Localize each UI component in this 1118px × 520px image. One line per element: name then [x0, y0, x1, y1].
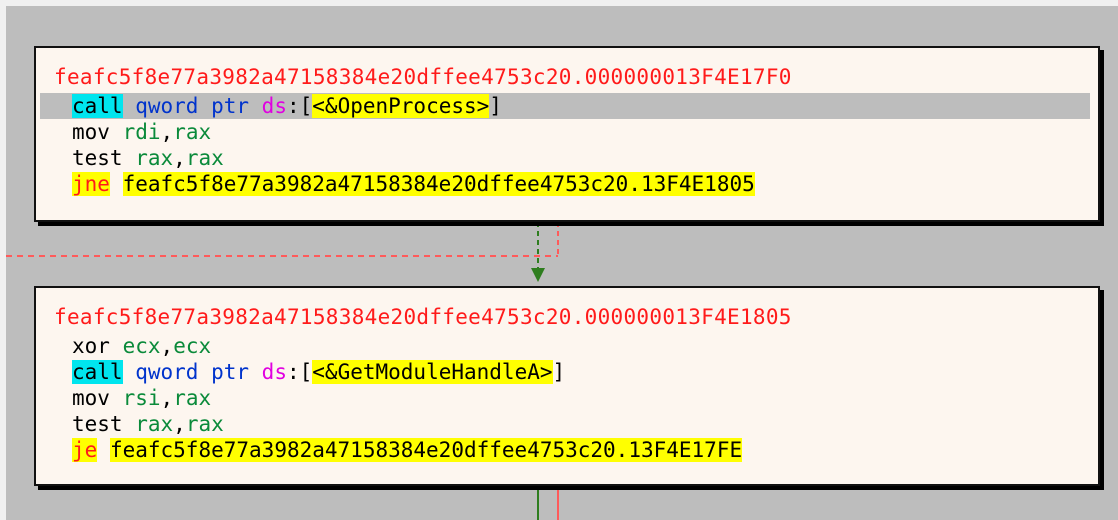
src-register: rax — [185, 146, 224, 170]
dest-register: ecx — [122, 334, 161, 358]
dest-register: rax — [135, 146, 174, 170]
call-target[interactable]: <&GetModuleHandleA> — [312, 360, 553, 384]
bracket-open: [ — [299, 360, 313, 384]
basic-block-1[interactable]: feafc5f8e77a3982a47158384e20dffee4753c20… — [34, 46, 1100, 222]
instruction-mov[interactable]: mov rsi,rax — [40, 385, 1090, 411]
comma: , — [173, 412, 186, 436]
bracket-open: [ — [299, 94, 313, 118]
comma: , — [160, 334, 174, 358]
basic-block-2[interactable]: feafc5f8e77a3982a47158384e20dffee4753c20… — [34, 286, 1100, 486]
mnemonic: jne — [72, 172, 110, 196]
bracket-close: ] — [489, 94, 502, 118]
dest-register: rsi — [122, 386, 161, 410]
segment-register: ds — [261, 94, 287, 118]
mnemonic: xor — [72, 334, 110, 358]
mnemonic: call — [72, 94, 123, 118]
dest-register: rax — [135, 412, 174, 436]
mnemonic: call — [72, 360, 123, 384]
colon: : — [286, 94, 300, 118]
graph-view[interactable]: feafc5f8e77a3982a47158384e20dffee4753c20… — [0, 0, 1118, 520]
comma: , — [173, 146, 186, 170]
instruction-je[interactable]: je feafc5f8e77a3982a47158384e20dffee4753… — [40, 437, 1090, 463]
block-address-label: feafc5f8e77a3982a47158384e20dffee4753c20… — [54, 65, 792, 89]
instruction-call-getmodulehandlea[interactable]: call qword ptr ds:[<&GetModuleHandleA>] — [40, 359, 1090, 385]
src-register: rax — [173, 386, 212, 410]
src-register: rax — [173, 120, 212, 144]
instruction-xor[interactable]: xor ecx,ecx — [40, 333, 1090, 359]
operand-size: qword ptr — [135, 360, 262, 384]
instruction-test[interactable]: test rax,rax — [40, 411, 1090, 437]
instruction-mov[interactable]: mov rdi,rax — [40, 119, 1090, 145]
block-address-label: feafc5f8e77a3982a47158384e20dffee4753c20… — [54, 305, 792, 329]
instruction-test[interactable]: test rax,rax — [40, 145, 1090, 171]
operand-size: qword ptr — [135, 94, 262, 118]
bracket-close: ] — [552, 360, 566, 384]
src-register: ecx — [173, 334, 212, 358]
mnemonic: test — [72, 412, 123, 436]
dest-register: rdi — [122, 120, 161, 144]
jump-target[interactable]: feafc5f8e77a3982a47158384e20dffee4753c20… — [122, 172, 755, 196]
src-register: rax — [185, 412, 224, 436]
edge-arrow-icon — [531, 268, 545, 282]
colon: : — [286, 360, 300, 384]
instruction-jne[interactable]: jne feafc5f8e77a3982a47158384e20dffee475… — [40, 171, 1090, 197]
comma: , — [160, 120, 174, 144]
mnemonic: mov — [72, 386, 110, 410]
comma: , — [160, 386, 174, 410]
mnemonic: mov — [72, 120, 110, 144]
segment-register: ds — [261, 360, 287, 384]
mnemonic: je — [72, 438, 98, 462]
instruction-call-openprocess[interactable]: call qword ptr ds:[<&OpenProcess>] — [40, 93, 1090, 119]
mnemonic: test — [72, 146, 123, 170]
call-target[interactable]: <&OpenProcess> — [312, 94, 490, 118]
jump-target[interactable]: feafc5f8e77a3982a47158384e20dffee4753c20… — [109, 438, 743, 462]
